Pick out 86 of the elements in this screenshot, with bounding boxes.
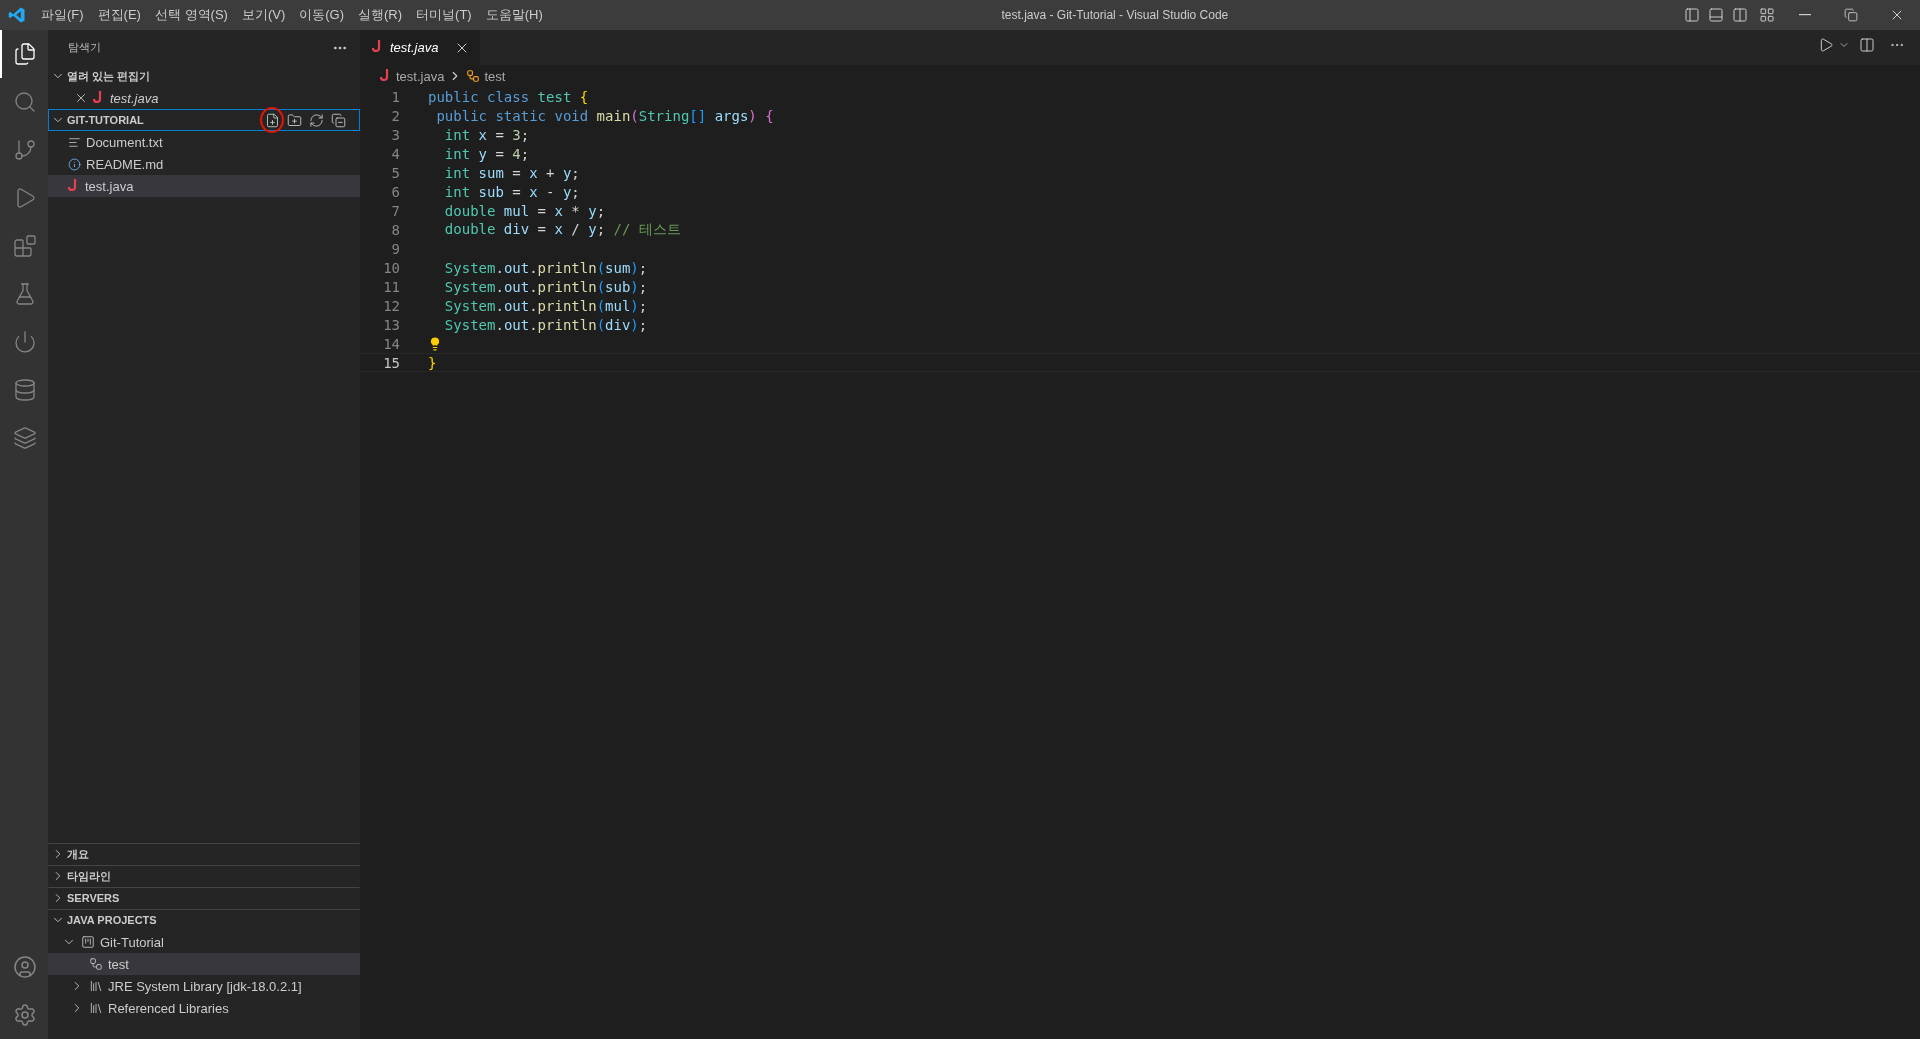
sidebar-title: 탐색기 (68, 40, 101, 55)
section-header[interactable]: 열려 있는 편집기 (67, 68, 359, 84)
code-line: int y = 4; (443, 145, 530, 162)
split-editor-icon (1859, 37, 1875, 53)
code-line: public static void main(String[] args) { (435, 107, 774, 124)
tree-item[interactable]: JRE System Library [jdk-18.0.2.1] (48, 975, 360, 997)
menu-item[interactable]: 보기(V) (234, 6, 293, 24)
files-icon (13, 42, 37, 66)
database-icon (13, 378, 37, 402)
power-icon (13, 330, 37, 354)
code-line: System.out.println(sum); (443, 259, 648, 276)
app-logo-icon (8, 6, 26, 24)
line-number: 10 (382, 259, 400, 276)
info-icon (68, 157, 81, 171)
line-number: 11 (382, 278, 400, 295)
refresh-icon (308, 112, 324, 128)
code-line: int x = 3; (443, 126, 530, 143)
line-number: 15 (382, 354, 400, 371)
panel-left-icon (1684, 7, 1700, 23)
extensions-icon (13, 234, 37, 258)
line-number: 13 (382, 316, 400, 333)
line-number: 9 (390, 240, 400, 257)
line-number: 12 (382, 297, 400, 314)
code-line: double mul = x * y; (443, 202, 606, 219)
breadcrumb-item[interactable]: test.java (396, 68, 445, 84)
tree-item[interactable]: test (48, 953, 360, 975)
section-header[interactable]: 타임라인 (67, 868, 359, 884)
tree-item[interactable]: Referenced Libraries (48, 997, 360, 1019)
branch-icon (13, 138, 37, 162)
menu-item[interactable]: 실행(R) (351, 6, 410, 24)
layout-icon (1759, 7, 1775, 23)
code-line: System.out.println(sub); (443, 278, 648, 295)
layers-icon (13, 426, 37, 450)
menu-item[interactable]: 이동(G) (292, 6, 352, 24)
editor-tab[interactable]: test.java (360, 30, 480, 65)
code-line: System.out.println(div); (443, 316, 648, 333)
line-number: 4 (390, 145, 400, 162)
code-line: int sub = x - y; (443, 183, 580, 200)
menu-item[interactable]: 편집(E) (90, 6, 148, 24)
collapse-icon (330, 112, 346, 128)
settings-icon (13, 1003, 37, 1027)
code-line: int sum = x + y; (443, 164, 580, 181)
close-icon[interactable] (74, 91, 88, 105)
section-header[interactable]: 개요 (67, 846, 359, 862)
section-header[interactable]: JAVA PROJECTS (67, 914, 359, 926)
new-file-icon (264, 112, 280, 128)
line-number: 6 (390, 183, 400, 200)
file-item[interactable]: Document.txt (48, 131, 360, 153)
window-title: test.java - Git-Tutorial - Visual Studio Code (1000, 8, 1230, 22)
line-number: 3 (390, 126, 400, 143)
line-number: 7 (390, 202, 400, 219)
menu-item[interactable]: 선택 영역(S) (147, 6, 235, 24)
search-icon (13, 90, 37, 114)
minimize-icon (1799, 14, 1811, 16)
restore-icon (1844, 8, 1858, 22)
open-editor-item[interactable]: test.java (48, 87, 360, 109)
new-folder-icon (286, 112, 302, 128)
section-header[interactable]: SERVERS (67, 892, 359, 904)
code-line: double div = x / y; // 테스트 (443, 220, 681, 239)
menu-item[interactable]: 터미널(T) (409, 6, 479, 24)
library-icon (89, 1001, 103, 1015)
run-icon (1818, 37, 1834, 53)
project-icon (81, 935, 95, 949)
line-number: 1 (390, 88, 400, 105)
line-number: 5 (390, 164, 400, 181)
class-icon (466, 69, 481, 83)
line-number: 2 (390, 107, 400, 124)
tree-item[interactable]: Git-Tutorial (48, 931, 360, 953)
code-line: System.out.println(mul); (443, 297, 648, 314)
lightbulb-icon[interactable] (428, 336, 442, 351)
line-number: 14 (382, 335, 400, 352)
menu-item[interactable]: 파일(F) (34, 6, 91, 24)
library-icon (89, 979, 103, 993)
line-number: 8 (390, 221, 400, 238)
code-line: } (428, 354, 437, 371)
breadcrumb-item[interactable]: test (484, 68, 506, 84)
code-line: public class test { (428, 88, 589, 105)
file-item[interactable]: test.java (48, 175, 360, 197)
file-item[interactable]: README.md (48, 153, 360, 175)
text-file-icon (68, 135, 81, 149)
panel-bottom-icon (1708, 7, 1724, 23)
class-icon (89, 957, 103, 971)
menu-item[interactable]: 도움말(H) (478, 6, 550, 24)
account-icon (13, 955, 37, 979)
columns-icon (1732, 7, 1748, 23)
flask-icon (13, 282, 37, 306)
